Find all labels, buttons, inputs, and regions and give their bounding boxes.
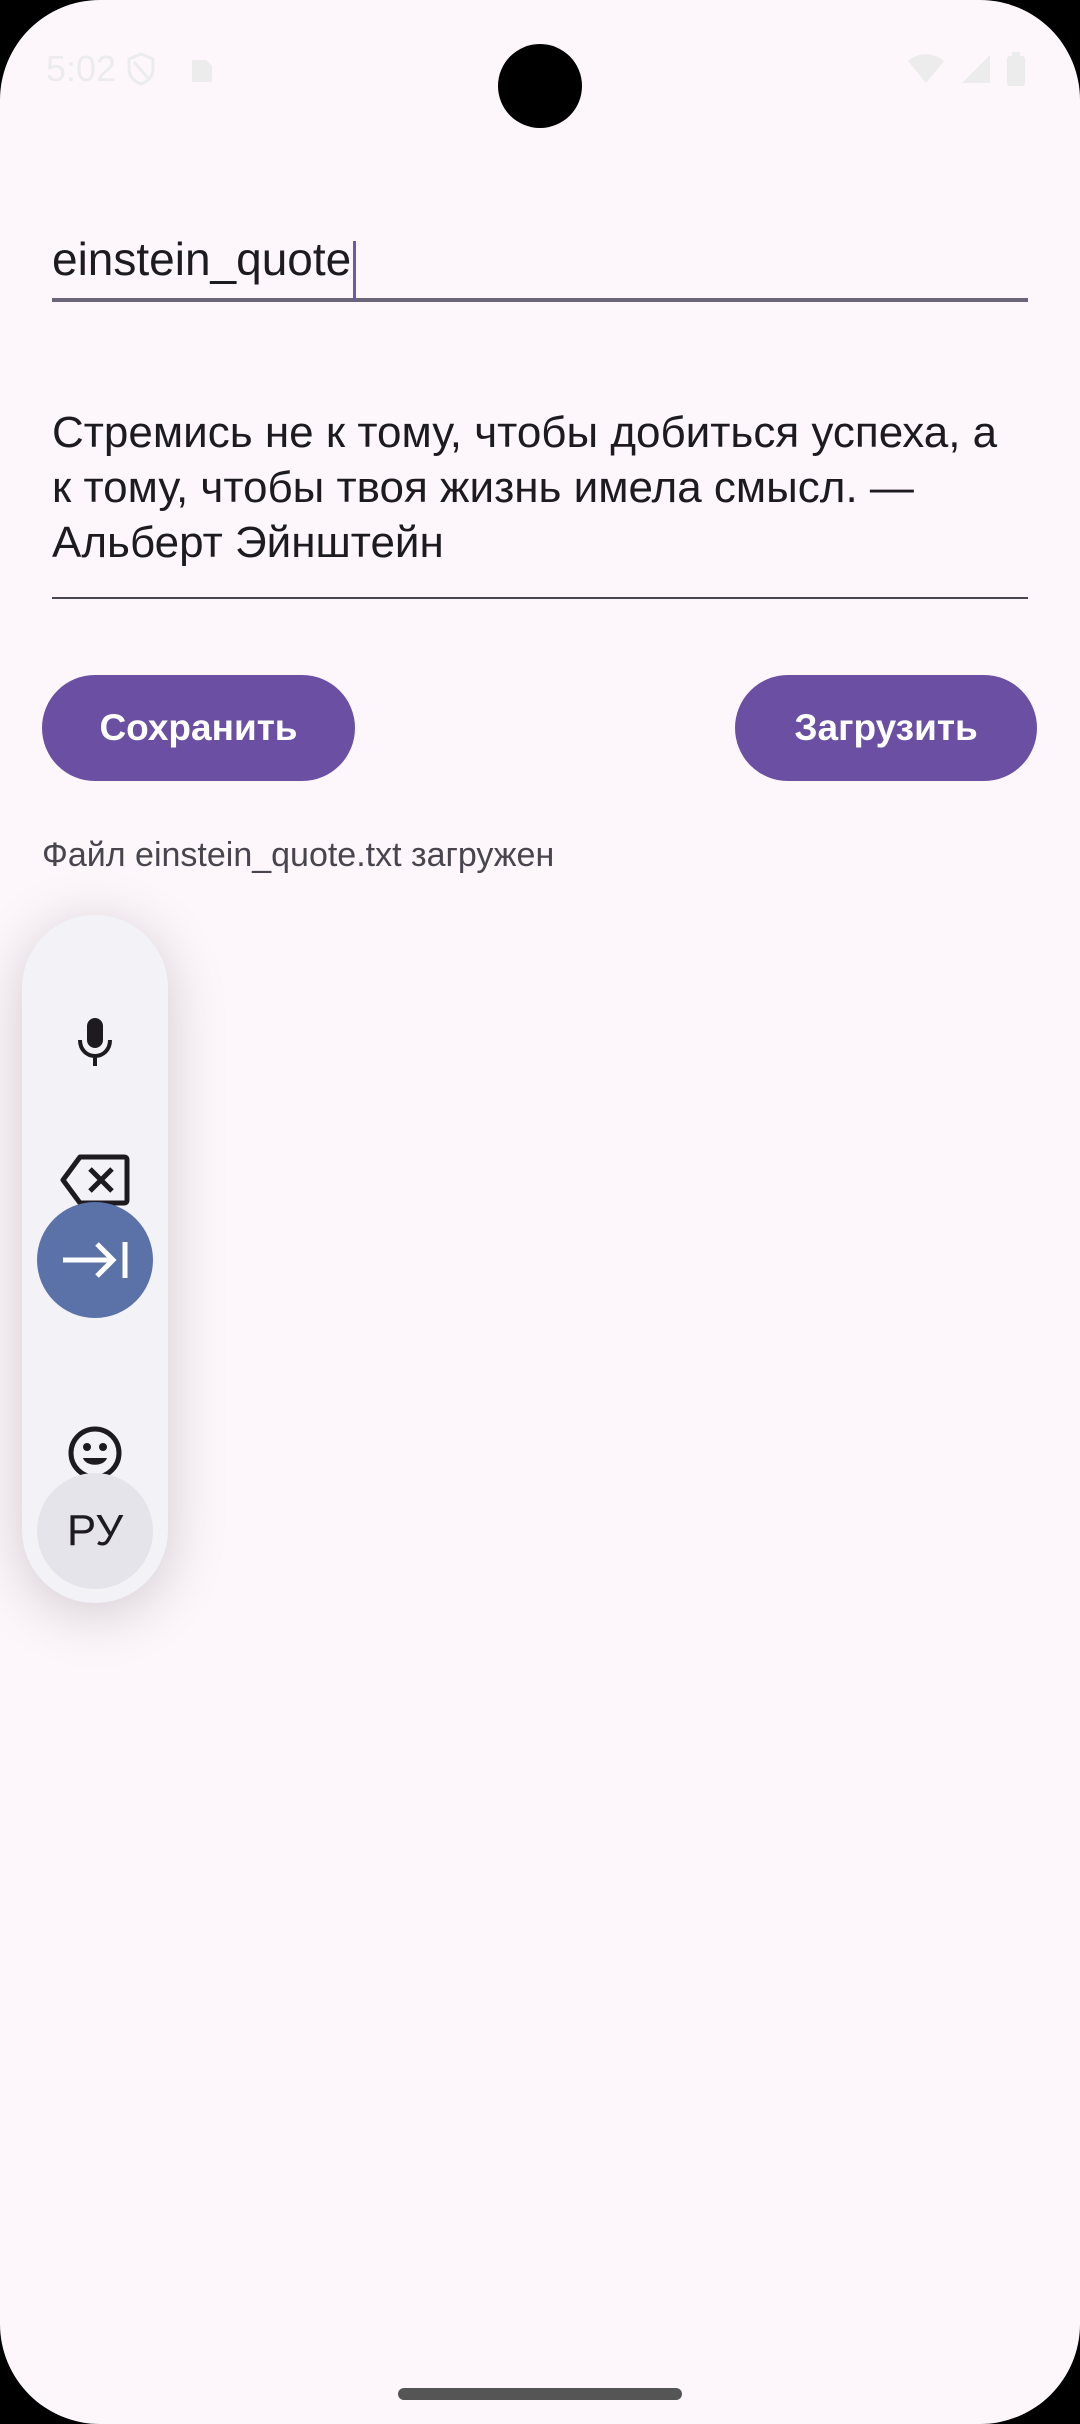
filename-input-value: einstein_quote xyxy=(52,233,352,285)
shield-icon xyxy=(127,52,155,86)
filename-input[interactable]: einstein_quote xyxy=(52,220,1028,302)
content-input[interactable]: Стремись не к тому, чтобы добиться успех… xyxy=(52,405,1028,599)
status-time: 5:02 xyxy=(46,48,117,89)
backspace-icon xyxy=(60,1154,130,1206)
language-switch-button[interactable]: РУ xyxy=(37,1473,153,1589)
text-cursor xyxy=(353,240,357,301)
language-label: РУ xyxy=(66,1506,124,1555)
status-icons xyxy=(906,52,1026,86)
status-message: Файл einstein_quote.txt загружен xyxy=(42,836,555,874)
save-button[interactable]: Сохранить xyxy=(42,675,355,781)
floating-keyboard-toolbar: РУ xyxy=(22,915,168,1603)
home-indicator[interactable] xyxy=(398,2388,682,2400)
status-bar: 5:02 xyxy=(0,0,1080,140)
wifi-icon xyxy=(908,54,944,83)
app-screen: 5:02 einstein_quote Стремись не к тому, … xyxy=(0,0,1080,2424)
content-input-value: Стремись не к тому, чтобы добиться успех… xyxy=(52,408,998,567)
sim-card-icon xyxy=(192,60,212,82)
tab-icon xyxy=(63,1242,128,1278)
camera-cutout xyxy=(498,44,582,128)
battery-icon xyxy=(1007,52,1025,86)
tab-button[interactable] xyxy=(37,1202,153,1318)
microphone-icon xyxy=(78,1018,112,1066)
load-button[interactable]: Загрузить xyxy=(735,675,1037,781)
voice-input-button[interactable] xyxy=(37,984,153,1100)
signal-icon xyxy=(962,55,990,83)
